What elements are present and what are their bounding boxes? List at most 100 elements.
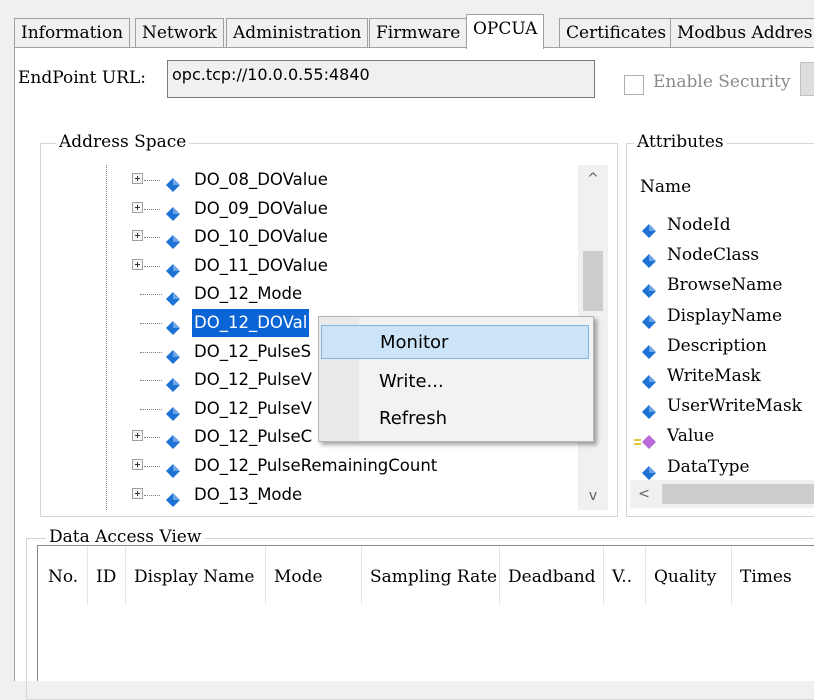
node-diamond-icon	[642, 339, 656, 359]
connect-button[interactable]	[800, 62, 814, 96]
tree-node-label: DO_11_DOValue	[194, 255, 328, 275]
scroll-up-arrow-icon[interactable]: ^	[578, 165, 608, 193]
node-diamond-icon	[166, 488, 180, 507]
endpoint-url-label: EndPoint URL:	[18, 68, 146, 88]
node-diamond-icon	[166, 373, 180, 393]
node-diamond-icon	[166, 402, 180, 421]
column-header[interactable]: Times	[732, 546, 814, 604]
expand-plus-icon[interactable]	[132, 201, 143, 213]
node-diamond-icon	[166, 287, 180, 307]
tree-line	[106, 165, 107, 510]
attributes-title: Attributes	[634, 132, 727, 152]
node-diamond-icon	[166, 259, 180, 278]
attributes-list[interactable]: Name NodeId NodeClass BrowseName DisplayNam…	[630, 165, 814, 510]
tree-node-label: DO_08_DOValue	[194, 170, 328, 189]
attributes-name-header: Name	[640, 177, 692, 197]
column-header[interactable]: Deadband	[500, 546, 604, 604]
context-menu: Monitor Write... Refresh	[318, 316, 594, 442]
tab-network[interactable]: Network	[135, 18, 224, 47]
node-diamond-icon	[642, 309, 656, 329]
attributes-horizontal-scrollbar[interactable]: <	[630, 480, 814, 508]
node-diamond-icon	[642, 399, 656, 420]
tree-node-label: DO_12_Mode	[194, 284, 303, 304]
endpoint-url-field[interactable]: opc.tcp://10.0.0.55:4840	[167, 60, 595, 98]
attribute-name: WriteMask	[667, 366, 761, 386]
scroll-down-arrow-icon[interactable]: v	[578, 482, 608, 510]
attribute-name: BrowseName	[667, 275, 783, 296]
scroll-thumb[interactable]	[662, 484, 814, 504]
column-header[interactable]: Sampling Rate	[362, 546, 500, 604]
tab-bar: Information Network Administration Firmw…	[14, 14, 814, 49]
tree-line	[140, 323, 162, 324]
tab-firmware[interactable]: Firmware	[369, 18, 468, 47]
node-diamond-icon	[642, 248, 656, 269]
node-diamond-icon	[166, 202, 180, 221]
tree-line	[144, 237, 160, 239]
address-space-title: Address Space	[56, 132, 190, 152]
node-diamond-icon	[642, 460, 656, 480]
tree-node-label: DO_12_PulseV	[194, 398, 312, 418]
column-header[interactable]: Display Name	[126, 546, 266, 604]
expand-plus-icon[interactable]	[132, 430, 143, 442]
tree-node-label: DO_13_Mode	[194, 484, 303, 504]
tree-line	[144, 466, 160, 467]
node-diamond-icon	[166, 316, 180, 335]
attribute-name: NodeId	[667, 215, 731, 235]
node-diamond-icon	[166, 345, 180, 364]
node-diamond-icon	[642, 278, 656, 299]
expand-plus-icon[interactable]	[132, 258, 143, 270]
tree-node-label: DO_10_DOValue	[194, 227, 328, 247]
expand-plus-icon[interactable]	[132, 230, 143, 242]
tab-administration[interactable]: Administration	[226, 18, 369, 47]
attribute-name: DataType	[667, 456, 750, 477]
enable-security-label: Enable Security	[653, 72, 791, 92]
scroll-left-arrow-icon[interactable]: <	[630, 480, 658, 508]
node-diamond-icon	[166, 173, 180, 192]
tree-node-label: DO_12_PulseC	[194, 427, 313, 447]
tree-line	[140, 294, 162, 296]
data-access-view-title: Data Access View	[46, 527, 205, 547]
expand-plus-icon[interactable]	[132, 173, 143, 184]
column-header[interactable]: ID	[88, 546, 126, 604]
menu-item-refresh[interactable]: Refresh	[321, 402, 589, 436]
value-property-icon	[634, 429, 656, 450]
node-diamond-icon	[166, 430, 180, 450]
expand-plus-icon[interactable]	[132, 459, 143, 470]
tree-node-label: DO_12_PulseRemainingCount	[194, 456, 438, 475]
column-header[interactable]: V..	[604, 546, 646, 604]
enable-security-checkbox[interactable]	[624, 75, 644, 95]
tree-node-label: DO_12_PulseV	[194, 370, 312, 390]
tab-information[interactable]: Information	[14, 18, 131, 47]
menu-item-monitor[interactable]: Monitor	[321, 325, 589, 359]
scroll-thumb[interactable]	[583, 251, 603, 311]
node-diamond-icon	[642, 369, 656, 389]
column-header[interactable]: Quality	[646, 546, 732, 604]
tree-line	[140, 380, 162, 382]
column-header[interactable]: Mode	[266, 546, 362, 604]
tree-line	[144, 180, 160, 181]
tree-line	[144, 208, 160, 210]
tree-node-label: DO_09_DOValue	[194, 198, 328, 218]
column-header[interactable]: No.	[40, 546, 88, 604]
expand-plus-icon[interactable]	[132, 487, 143, 499]
attribute-name: Value	[667, 426, 715, 447]
tree-node-label: DO_12_DOVal	[192, 309, 310, 337]
data-access-table[interactable]: No. ID Display Name Mode Sampling Rate Deadba…	[37, 545, 814, 681]
attribute-name: UserWriteMask	[667, 396, 802, 417]
tab-certificates[interactable]: Certificates	[559, 18, 674, 47]
attribute-name: NodeClass	[667, 245, 760, 266]
tree-line	[140, 351, 162, 353]
tab-opcua[interactable]: OPCUA	[466, 14, 545, 49]
tree-line	[140, 408, 162, 410]
tab-modbus-address[interactable]: Modbus Addres	[670, 18, 814, 47]
node-diamond-icon	[166, 230, 180, 250]
node-diamond-icon	[642, 218, 656, 238]
attribute-name: DisplayName	[667, 305, 783, 326]
node-diamond-icon	[166, 459, 180, 478]
tree-line	[144, 437, 160, 439]
attribute-name: Description	[667, 335, 767, 356]
tree-node-label: DO_12_PulseS	[194, 341, 312, 361]
tree-line	[144, 494, 160, 496]
tree-line	[144, 265, 160, 267]
menu-item-write[interactable]: Write...	[321, 365, 589, 399]
